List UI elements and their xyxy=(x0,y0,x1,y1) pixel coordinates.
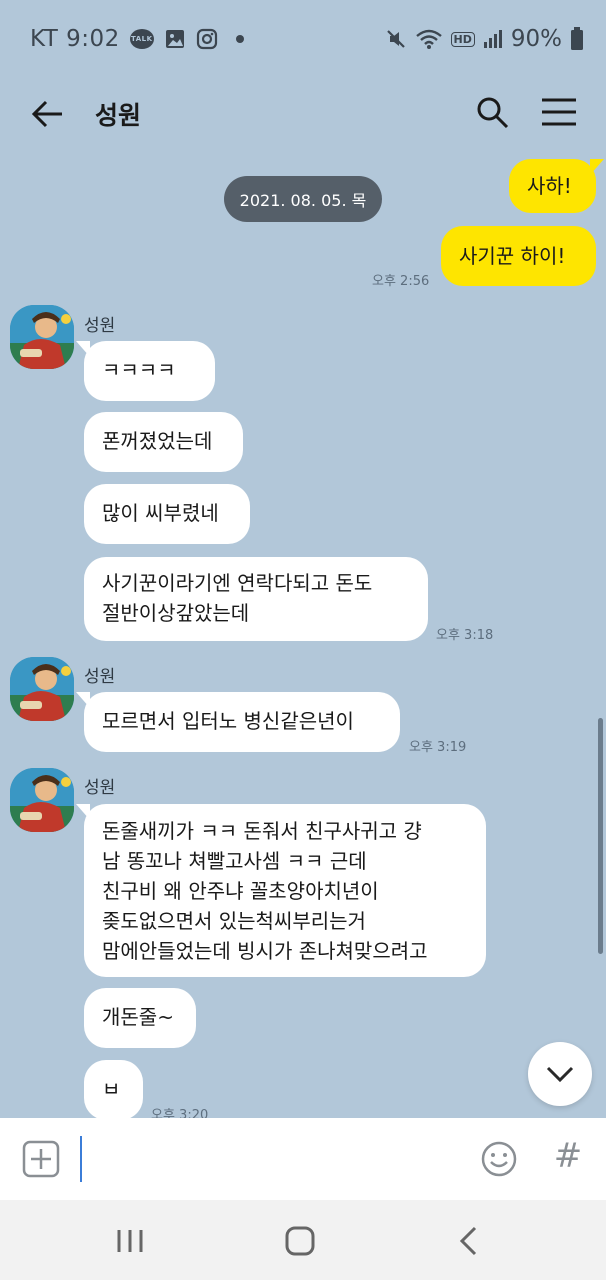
more-notifications-dot xyxy=(235,35,244,43)
avatar[interactable] xyxy=(10,768,74,832)
status-left: KT 9:02 TALK xyxy=(30,26,244,52)
menu-icon[interactable] xyxy=(540,94,578,130)
hd-icon: HD xyxy=(450,31,475,47)
sender-name: 성원 xyxy=(84,667,116,687)
system-nav-bar xyxy=(0,1200,606,1280)
my-message-bubble[interactable]: 사하! xyxy=(509,159,604,213)
status-bar: KT 9:02 TALK HD 90% xyxy=(0,0,606,82)
sender-name: 성원 xyxy=(84,316,116,336)
scroll-down-button[interactable] xyxy=(528,1042,592,1106)
sender-name: 성원 xyxy=(84,778,116,798)
their-message-bubble[interactable]: 모르면서 입터노 병신같은년이 xyxy=(76,692,400,752)
battery-percent: 90% xyxy=(510,26,562,52)
my-message-bubble[interactable]: 사기꾼 하이! xyxy=(441,226,596,286)
chevron-down-icon xyxy=(546,1066,574,1083)
status-right: HD 90% xyxy=(385,26,584,52)
wifi-icon xyxy=(415,29,442,49)
search-icon[interactable] xyxy=(474,94,510,130)
message-time: 오후 3:19 xyxy=(409,740,467,755)
their-message-bubble[interactable]: 사기꾼이라기엔 연락다되고 돈도 절반이상갚았는데 xyxy=(84,557,428,641)
instagram-icon xyxy=(196,28,217,50)
home-icon[interactable] xyxy=(280,1224,320,1258)
avatar[interactable] xyxy=(10,657,74,721)
their-message-bubble[interactable]: 많이 씨부렸네 xyxy=(84,484,250,544)
message-time: 오후 2:56 xyxy=(372,274,430,289)
their-message-bubble[interactable]: 돈줄새끼가 ㅋㅋ 돈줘서 친구사귀고 걍 남 똥꼬나 쳐빨고사셈 ㅋㅋ 근데 친… xyxy=(76,804,486,977)
back-icon[interactable] xyxy=(450,1224,490,1258)
hashtag-search-button[interactable]: # xyxy=(548,1136,588,1180)
their-message-bubble[interactable]: ㅋㅋㅋㅋ xyxy=(76,341,215,401)
their-message-bubble[interactable]: 개돈줄~ xyxy=(84,988,196,1048)
message-input[interactable] xyxy=(80,1136,460,1182)
message-input-bar: # xyxy=(0,1118,606,1200)
back-arrow-icon[interactable] xyxy=(30,96,66,132)
chat-header: 성원 xyxy=(0,82,606,148)
date-divider: 2021. 08. 05. 목 xyxy=(224,176,382,222)
talk-notification-icon: TALK xyxy=(129,29,154,49)
message-time: 오후 3:18 xyxy=(436,628,494,643)
carrier-time: KT 9:02 xyxy=(30,26,120,52)
signal-icon xyxy=(483,30,502,48)
avatar[interactable] xyxy=(10,305,74,369)
plus-icon[interactable] xyxy=(22,1140,60,1178)
battery-icon xyxy=(571,27,583,50)
recent-apps-icon[interactable] xyxy=(110,1224,150,1258)
emoji-icon[interactable] xyxy=(480,1140,518,1178)
scrollbar[interactable] xyxy=(598,718,603,954)
gallery-icon xyxy=(165,30,184,48)
chat-title: 성원 xyxy=(95,101,142,130)
their-message-bubble[interactable]: 폰꺼졌었는데 xyxy=(84,412,243,472)
mute-icon xyxy=(386,30,405,48)
their-message-bubble[interactable]: ㅂ xyxy=(84,1060,143,1120)
